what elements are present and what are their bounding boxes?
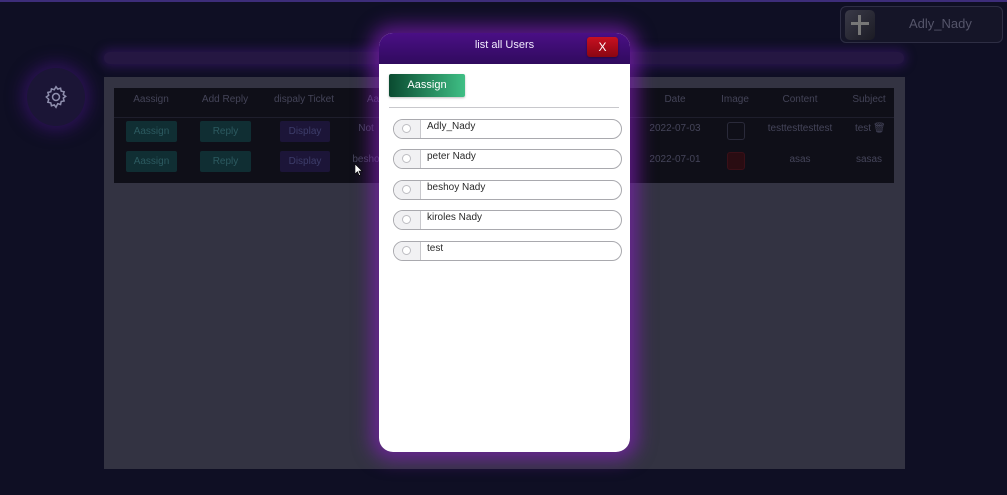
row-image-thumbnail[interactable] [727, 122, 745, 140]
radio-zone [394, 120, 421, 138]
radio-zone [394, 242, 421, 260]
user-option[interactable]: kiroles Nady [393, 210, 622, 230]
row-content: asas [789, 154, 811, 165]
user-avatar [845, 10, 875, 40]
row-reply-button[interactable]: Reply [200, 151, 251, 172]
top-accent-line [0, 0, 1007, 2]
trash-icon[interactable]: 🗑 [873, 123, 886, 134]
settings-button[interactable] [27, 68, 85, 126]
divider [389, 107, 619, 108]
user-option-label: test [427, 243, 444, 254]
user-profile-chip[interactable]: Adly_Nady [840, 6, 1003, 43]
assign-users-modal: list all Users X Aassign Adly_Nady peter… [379, 33, 630, 452]
row-date: 2022-07-01 [649, 154, 701, 165]
radio-button[interactable] [402, 185, 411, 194]
assign-button[interactable]: Aassign [389, 74, 465, 97]
row-content: testtesttesttest [767, 123, 833, 134]
radio-button[interactable] [402, 246, 411, 255]
user-option-label: peter Nady [427, 151, 476, 162]
row-assign-button[interactable]: Aassign [126, 151, 177, 172]
gear-icon [45, 85, 67, 109]
row-col4: Not [358, 123, 374, 134]
row-image-thumbnail[interactable] [727, 152, 745, 170]
row-reply-button[interactable]: Reply [200, 121, 251, 142]
radio-zone [394, 150, 421, 168]
header-date: Date [664, 94, 686, 105]
header-image: Image [721, 94, 749, 105]
close-button[interactable]: X [587, 37, 618, 57]
user-option[interactable]: beshoy Nady [393, 180, 622, 200]
radio-zone [394, 181, 421, 199]
row-date: 2022-07-03 [649, 123, 701, 134]
header-content: Content [782, 94, 818, 105]
radio-button[interactable] [402, 154, 411, 163]
user-option-label: Adly_Nady [427, 121, 476, 132]
user-name: Adly_Nady [909, 16, 972, 31]
row-display-button[interactable]: Display [280, 121, 330, 142]
radio-button[interactable] [402, 215, 411, 224]
header-add-reply: Add Reply [201, 94, 249, 105]
row-subject: sasas [855, 154, 883, 165]
row-assign-button[interactable]: Aassign [126, 121, 177, 142]
radio-zone [394, 211, 421, 229]
row-subject: test [854, 123, 872, 134]
header-col4: Aa [366, 94, 380, 105]
user-option[interactable]: test [393, 241, 622, 261]
user-option-label: beshoy Nady [427, 182, 486, 193]
row-display-button[interactable]: Display [280, 151, 330, 172]
header-assign: Aassign [133, 94, 169, 105]
header-display-ticket: dispaly Ticket [273, 94, 335, 105]
user-option-label: kiroles Nady [427, 212, 483, 223]
user-option[interactable]: peter Nady [393, 149, 622, 169]
header-subject: Subject [852, 94, 886, 105]
modal-header: list all Users X [379, 33, 630, 64]
radio-button[interactable] [402, 124, 411, 133]
mouse-cursor-icon [355, 164, 363, 176]
user-option[interactable]: Adly_Nady [393, 119, 622, 139]
